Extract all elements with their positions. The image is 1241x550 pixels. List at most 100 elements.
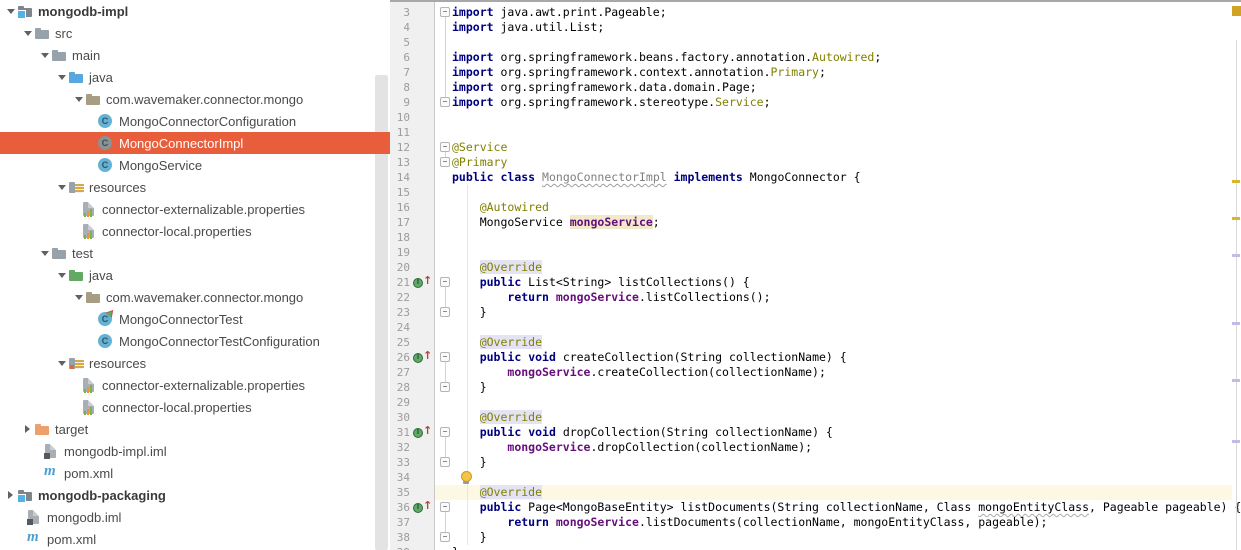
fold-marker-end[interactable] [440, 307, 450, 317]
code-line[interactable]: } [452, 530, 487, 545]
chevron-down-icon[interactable] [72, 88, 85, 110]
line-number[interactable]: 30 [390, 410, 410, 425]
code-line[interactable]: import org.springframework.data.domain.P… [452, 80, 757, 95]
line-number[interactable]: 9 [390, 95, 410, 110]
tree-item[interactable]: target [0, 418, 390, 440]
chevron-down-icon[interactable] [38, 242, 51, 264]
line-number[interactable]: 20 [390, 260, 410, 275]
line-number[interactable]: 5 [390, 35, 410, 50]
line-number[interactable]: 7 [390, 65, 410, 80]
chevron-down-icon[interactable] [4, 0, 17, 22]
tree-item[interactable]: MongoConnectorTestConfiguration [0, 330, 390, 352]
tree-item[interactable]: MongoConnectorConfiguration [0, 110, 390, 132]
code-line[interactable]: @Autowired [452, 200, 549, 215]
tree-item[interactable]: MongoService [0, 154, 390, 176]
code-line[interactable]: return mongoService.listDocuments(collec… [452, 515, 1047, 530]
fold-marker-end[interactable] [440, 157, 450, 167]
implementing-method-gutter-icon[interactable]: ↑ [413, 501, 433, 514]
stripe-mark-usage[interactable] [1232, 322, 1240, 325]
line-number[interactable]: 8 [390, 80, 410, 95]
line-number[interactable]: 28 [390, 380, 410, 395]
code-line[interactable]: @Override [452, 410, 542, 425]
line-number[interactable]: 23 [390, 305, 410, 320]
chevron-down-icon[interactable] [55, 264, 68, 286]
chevron-down-icon[interactable] [72, 286, 85, 308]
code-line[interactable]: public Page<MongoBaseEntity> listDocumen… [452, 500, 1241, 515]
tree-item[interactable]: MongoConnectorTest [0, 308, 390, 330]
tree-item[interactable]: mongodb-packaging [0, 484, 390, 506]
code-line[interactable]: MongoService mongoService; [452, 215, 660, 230]
tree-item[interactable]: mongodb-impl.iml [0, 440, 390, 462]
line-number[interactable]: 26 [390, 350, 410, 365]
fold-marker-start[interactable] [440, 427, 450, 437]
fold-marker-end[interactable] [440, 532, 450, 542]
tree-item[interactable]: main [0, 44, 390, 66]
code-line[interactable]: import java.util.List; [452, 20, 604, 35]
line-number[interactable]: 35 [390, 485, 410, 500]
line-number[interactable]: 14 [390, 170, 410, 185]
line-number[interactable]: 15 [390, 185, 410, 200]
line-number[interactable]: 27 [390, 365, 410, 380]
code-line[interactable]: } [452, 455, 487, 470]
tree-item[interactable]: test [0, 242, 390, 264]
tree-item[interactable]: java [0, 264, 390, 286]
line-number[interactable]: 10 [390, 110, 410, 125]
chevron-right-icon[interactable] [4, 484, 17, 506]
line-number[interactable]: 19 [390, 245, 410, 260]
implementing-method-gutter-icon[interactable]: ↑ [413, 351, 433, 364]
tree-item[interactable]: resources [0, 352, 390, 374]
chevron-down-icon[interactable] [38, 44, 51, 66]
line-number[interactable]: 39 [390, 545, 410, 550]
chevron-down-icon[interactable] [55, 66, 68, 88]
line-number[interactable]: 18 [390, 230, 410, 245]
editor-scrollbar-track[interactable] [1236, 40, 1237, 550]
chevron-right-icon[interactable] [21, 418, 34, 440]
tree-item[interactable]: MongoConnectorImpl [0, 132, 390, 154]
code-line[interactable]: return mongoService.listCollections(); [452, 290, 771, 305]
code-line[interactable]: public void dropCollection(String collec… [452, 425, 833, 440]
fold-marker-end[interactable] [440, 457, 450, 467]
implementing-method-gutter-icon[interactable]: ↑ [413, 276, 433, 289]
fold-marker-start[interactable] [440, 352, 450, 362]
intention-bulb-icon[interactable] [460, 471, 472, 486]
code-line[interactable]: mongoService.createCollection(collection… [452, 365, 826, 380]
implementing-method-gutter-icon[interactable]: ↑ [413, 426, 433, 439]
line-number[interactable]: 21 [390, 275, 410, 290]
tree-item[interactable]: connector-externalizable.properties [0, 374, 390, 396]
line-number[interactable]: 31 [390, 425, 410, 440]
line-number[interactable]: 24 [390, 320, 410, 335]
code-line[interactable]: public class MongoConnectorImpl implemen… [452, 170, 861, 185]
tree-item[interactable]: com.wavemaker.connector.mongo [0, 88, 390, 110]
line-number[interactable]: 11 [390, 125, 410, 140]
line-number[interactable]: 38 [390, 530, 410, 545]
fold-marker-start[interactable] [440, 277, 450, 287]
tree-item[interactable]: connector-externalizable.properties [0, 198, 390, 220]
fold-marker-start[interactable] [440, 502, 450, 512]
tree-item[interactable]: connector-local.properties [0, 220, 390, 242]
tree-item[interactable]: pom.xml [0, 462, 390, 484]
chevron-down-icon[interactable] [21, 22, 34, 44]
line-number[interactable]: 4 [390, 20, 410, 35]
line-number[interactable]: 22 [390, 290, 410, 305]
chevron-down-icon[interactable] [55, 352, 68, 374]
code-line[interactable]: import org.springframework.stereotype.Se… [452, 95, 771, 110]
code-line[interactable]: } [452, 305, 487, 320]
fold-marker-end[interactable] [440, 382, 450, 392]
code-line[interactable]: @Override [452, 260, 542, 275]
tree-item[interactable]: mongodb.iml [0, 506, 390, 528]
line-number[interactable]: 16 [390, 200, 410, 215]
line-number[interactable]: 36 [390, 500, 410, 515]
chevron-down-icon[interactable] [55, 176, 68, 198]
code-line[interactable]: @Override [452, 485, 542, 500]
line-number[interactable]: 17 [390, 215, 410, 230]
tree-item[interactable]: connector-local.properties [0, 396, 390, 418]
fold-marker-start[interactable] [440, 142, 450, 152]
code-line[interactable]: @Primary [452, 155, 507, 170]
line-number[interactable]: 13 [390, 155, 410, 170]
fold-marker-start[interactable] [440, 7, 450, 17]
line-number[interactable]: 33 [390, 455, 410, 470]
stripe-mark-warning[interactable] [1232, 217, 1240, 220]
stripe-mark-usage[interactable] [1232, 440, 1240, 443]
code-line[interactable]: } [452, 545, 459, 550]
line-number[interactable]: 34 [390, 470, 410, 485]
